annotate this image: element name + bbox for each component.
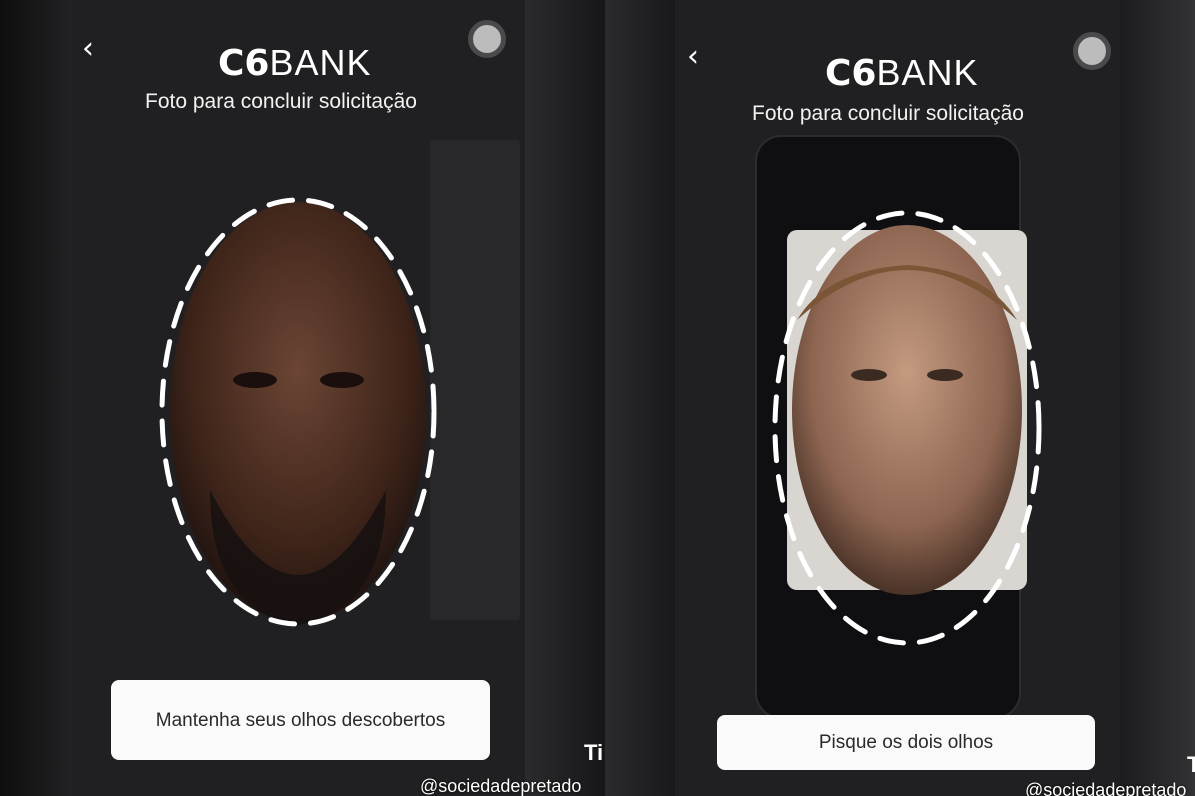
face-placeholder — [792, 225, 1022, 595]
instruction-text: Pisque os dois olhos — [818, 732, 994, 753]
brand-mark: C6 — [825, 53, 877, 94]
right-screenshot-panel: ‹ C6BANK Foto para concluir solicitação … — [605, 0, 1195, 796]
page-subtitle: Foto para concluir solicitação — [752, 102, 1024, 125]
brand-logo: C6BANK — [825, 52, 979, 94]
record-dot-icon — [468, 20, 506, 58]
right-eye — [320, 372, 364, 388]
overlay-caption: Ti — [584, 740, 604, 765]
right-edge-shade — [525, 0, 605, 796]
left-edge-shade — [0, 0, 72, 796]
brand-logo: C6BANK — [218, 42, 372, 84]
face-capture-area — [159, 197, 437, 627]
back-chevron-icon[interactable]: ‹ — [82, 34, 94, 64]
watermark-text: @sociedadepretado — [420, 776, 582, 796]
left-screenshot-panel: ‹ C6BANK Foto para concluir solicitação … — [0, 0, 605, 796]
brand-name: BANK — [876, 52, 979, 93]
brand-mark: C6 — [218, 43, 270, 84]
face-placeholder — [170, 202, 426, 622]
record-dot-icon — [1073, 32, 1111, 70]
instruction-box: Pisque os dois olhos — [717, 715, 1095, 770]
back-chevron-icon[interactable]: ‹ — [687, 42, 699, 72]
face-capture-area — [772, 210, 1042, 646]
instruction-box: Mantenha seus olhos descobertos — [111, 680, 490, 760]
page-subtitle: Foto para concluir solicitação — [145, 90, 417, 113]
overlay-caption: T — [1187, 752, 1195, 777]
left-edge-shade — [605, 0, 675, 796]
watermark-text: @sociedadepretado — [1025, 780, 1187, 796]
left-eye — [233, 372, 277, 388]
brand-name: BANK — [269, 42, 372, 83]
right-edge-shade — [1120, 0, 1195, 796]
left-eye — [851, 369, 887, 381]
right-eye — [927, 369, 963, 381]
instruction-text: Mantenha seus olhos descobertos — [155, 709, 446, 731]
